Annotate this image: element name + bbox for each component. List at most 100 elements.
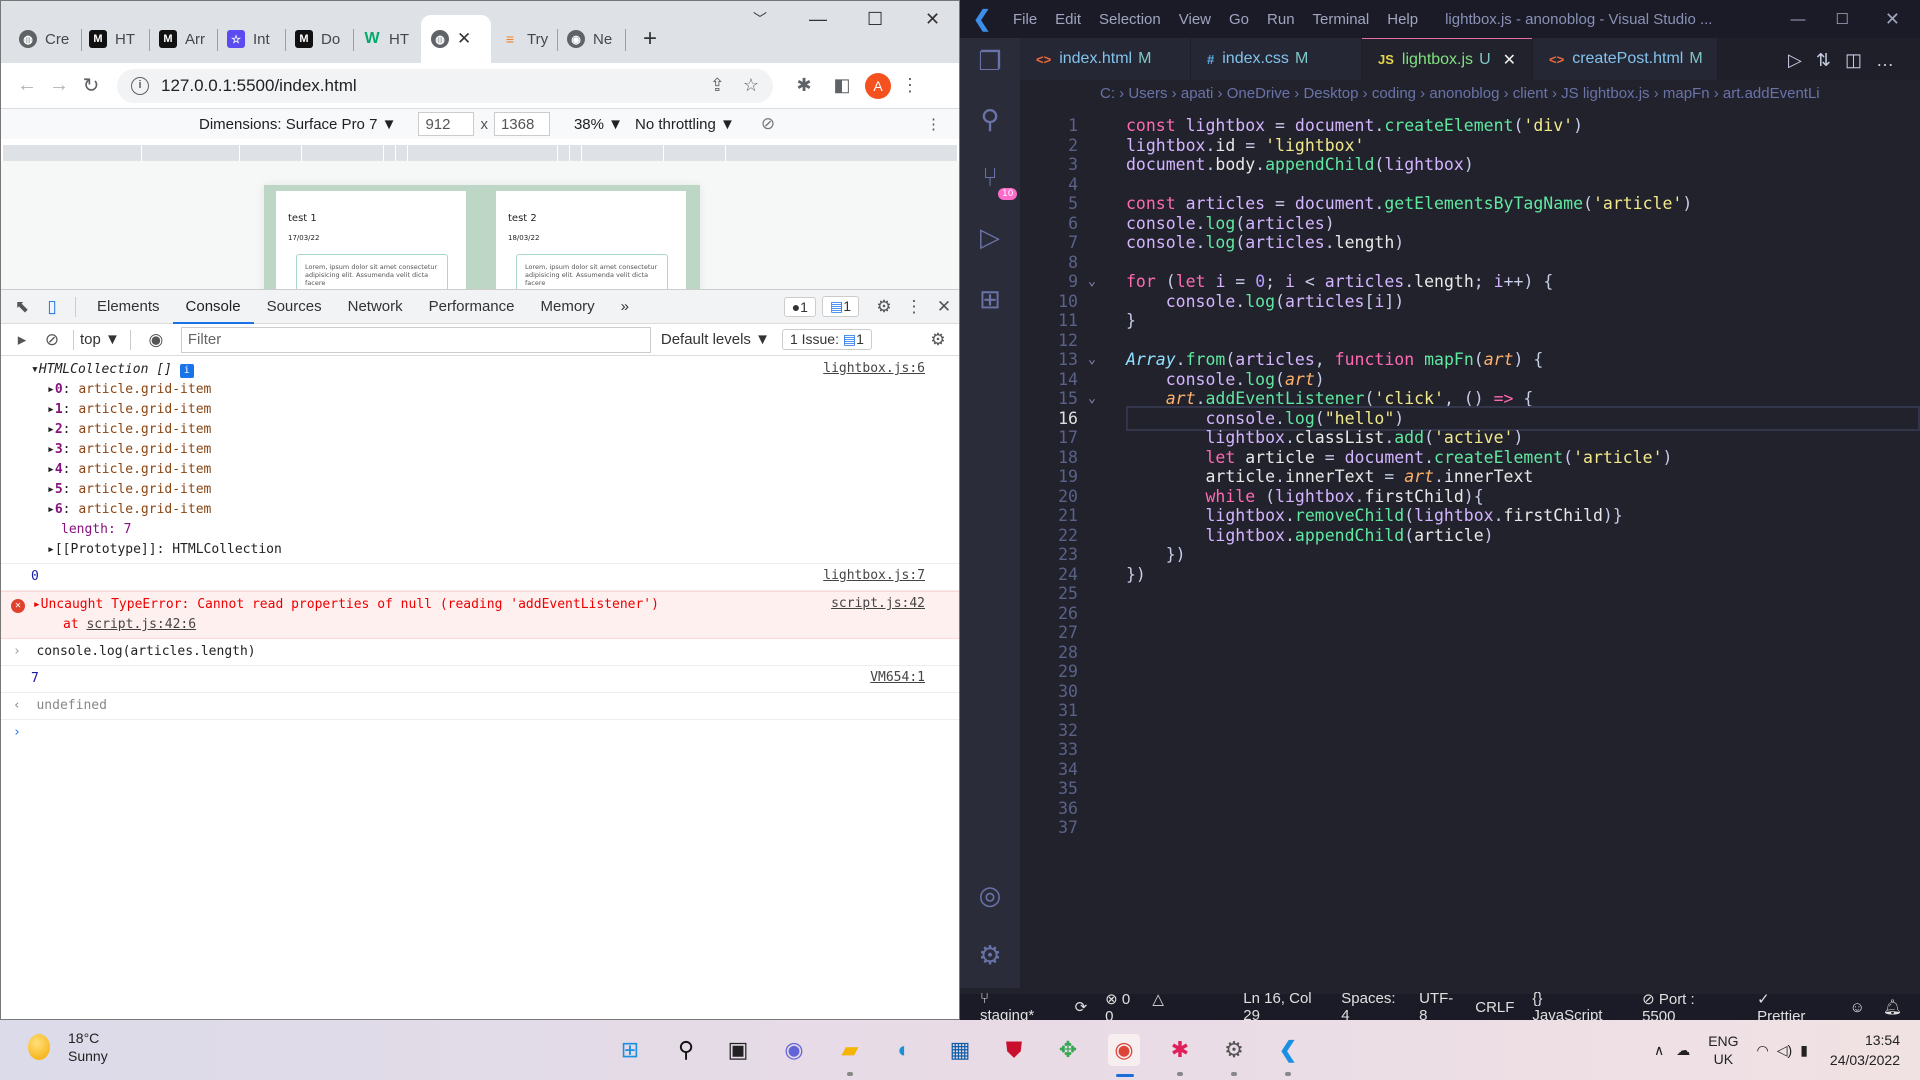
expand-triangle-icon[interactable]: ▸ <box>47 382 55 397</box>
reload-button[interactable]: ↻ <box>75 73 107 98</box>
extensions-icon[interactable]: ⊞ <box>970 284 1010 324</box>
language-mode[interactable]: {} JavaScript <box>1532 990 1624 1024</box>
tab-sources[interactable]: Sources <box>254 289 335 324</box>
expand-triangle-icon[interactable]: ▸ <box>47 462 55 477</box>
tab-console[interactable]: Console <box>172 289 254 324</box>
breadcrumb-item[interactable]: JS lightbox.js <box>1561 85 1649 102</box>
extensions-puzzle-icon[interactable]: ✱ <box>785 75 823 96</box>
expand-triangle-icon[interactable]: ▸ <box>47 422 55 437</box>
browser-tab[interactable]: ◉ Ne <box>567 21 612 57</box>
breadcrumb-item[interactable]: mapFn <box>1663 85 1710 102</box>
device-width-input[interactable]: 912 <box>418 112 475 136</box>
more-actions-icon[interactable]: … <box>1876 50 1908 70</box>
close-window-button[interactable]: ✕ <box>1885 9 1900 30</box>
more-tabs-button[interactable]: » <box>608 289 642 324</box>
breadcrumb-item[interactable]: coding <box>1372 85 1416 102</box>
device-height-input[interactable]: 1368 <box>493 112 550 136</box>
manage-gear-icon[interactable]: ⚙ <box>970 940 1010 980</box>
throttling-select[interactable]: No throttling ▼ <box>635 116 735 133</box>
expand-triangle-icon[interactable]: ▸ <box>47 542 55 557</box>
mcafee-icon[interactable]: ⛊ <box>998 1034 1030 1066</box>
bookmark-star-icon[interactable]: ☆ <box>743 75 759 96</box>
browser-tab[interactable]: M Do <box>295 21 340 57</box>
menu-item[interactable]: Edit <box>1046 11 1090 28</box>
accounts-icon[interactable]: ◎ <box>970 880 1010 920</box>
error-stack-link[interactable]: script.js:42:6 <box>86 617 196 632</box>
browser-tab[interactable]: W HT <box>363 21 409 57</box>
maximize-button[interactable]: ☐ <box>867 9 883 30</box>
expand-triangle-icon[interactable]: ▸ <box>47 402 55 417</box>
new-tab-button[interactable]: + <box>643 21 657 57</box>
breadcrumb-item[interactable]: Desktop <box>1303 85 1358 102</box>
browser-tab[interactable]: M HT <box>89 21 135 57</box>
collection-item[interactable]: ▸0: article.grid-item <box>31 380 959 400</box>
collection-item[interactable]: ▸4: article.grid-item <box>31 460 959 480</box>
wifi-icon[interactable]: ◠ <box>1757 1042 1769 1059</box>
issues-button[interactable]: 1 Issue: ▤1 <box>781 329 872 350</box>
site-info-icon[interactable]: i <box>131 76 149 95</box>
breadcrumb-item[interactable]: OneDrive <box>1227 85 1290 102</box>
collection-item[interactable]: ▸6: article.grid-item <box>31 500 959 520</box>
tab-elements[interactable]: Elements <box>84 289 173 324</box>
editor-tab[interactable]: <> index.html M <box>1020 38 1190 80</box>
feedback-icon[interactable]: ☺ <box>1850 999 1865 1016</box>
menu-item[interactable]: Run <box>1258 11 1304 28</box>
cursor-position[interactable]: Ln 16, Col 29 <box>1243 990 1323 1024</box>
rotate-icon[interactable]: ⊘ <box>761 114 775 134</box>
encoding[interactable]: UTF-8 <box>1419 990 1457 1024</box>
close-tab-icon[interactable]: ✕ <box>1503 50 1516 70</box>
vscode-taskbar-icon[interactable]: ❮ <box>1272 1034 1304 1066</box>
profile-avatar[interactable]: A <box>865 72 891 99</box>
console-prompt[interactable]: › <box>1 720 959 746</box>
close-tab-icon[interactable]: ✕ <box>457 29 471 49</box>
minimize-button[interactable]: — <box>1790 11 1805 28</box>
menu-item[interactable]: View <box>1170 11 1220 28</box>
breadcrumb-item[interactable]: C: <box>1100 85 1115 102</box>
search-icon[interactable]: ⚲ <box>670 1034 702 1066</box>
device-toggle-icon[interactable]: ▯ <box>37 297 67 317</box>
clear-console-icon[interactable]: ⊘ <box>37 330 67 350</box>
menu-item[interactable]: Help <box>1378 11 1427 28</box>
clock[interactable]: 13:54 24/03/2022 <box>1830 1030 1900 1070</box>
branch-indicator[interactable]: ⑂ staging* <box>980 990 1057 1024</box>
task-view-icon[interactable]: ▣ <box>722 1034 754 1066</box>
breadcrumb-item[interactable]: art.addEventLi <box>1723 85 1820 102</box>
expand-triangle-icon[interactable]: ▸ <box>33 597 41 612</box>
tab-performance[interactable]: Performance <box>416 289 528 324</box>
menu-item[interactable]: File <box>1004 11 1046 28</box>
source-link[interactable]: script.js:42 <box>831 596 925 611</box>
collection-item[interactable]: ▸2: article.grid-item <box>31 420 959 440</box>
address-bar[interactable]: i 127.0.0.1:5500/index.html ⇪ ☆ <box>117 68 773 103</box>
forward-button[interactable]: → <box>43 74 75 97</box>
sidebar-toggle-icon[interactable]: ▸ <box>7 330 37 350</box>
breadcrumb-item[interactable]: apati <box>1181 85 1214 102</box>
menu-item[interactable]: Selection <box>1090 11 1170 28</box>
source-link[interactable]: VM654:1 <box>870 670 925 685</box>
device-dimensions-select[interactable]: Dimensions: Surface Pro 7 ▼ <box>199 116 396 133</box>
log-levels-select[interactable]: Default levels ▼ <box>661 331 770 348</box>
devtools-menu-icon[interactable]: ⋮ <box>899 297 929 317</box>
close-window-button[interactable]: ✕ <box>925 9 940 30</box>
messages-counter[interactable]: ▤1 <box>821 296 859 317</box>
maximize-button[interactable]: ☐ <box>1835 10 1848 28</box>
compare-changes-icon[interactable]: ⇅ <box>1816 50 1845 70</box>
search-icon[interactable]: ⚲ <box>970 104 1010 144</box>
menu-item[interactable]: Go <box>1220 11 1258 28</box>
pinwheel-app-icon[interactable]: ✥ <box>1052 1034 1084 1066</box>
source-control-icon[interactable]: ⑂ 10 <box>970 162 1018 202</box>
weather-widget[interactable]: 18°C Sunny <box>28 1030 108 1064</box>
expand-triangle-icon[interactable]: ▸ <box>47 442 55 457</box>
console-filter-input[interactable]: Filter <box>180 326 651 353</box>
console-settings-icon[interactable]: ⚙ <box>923 330 953 350</box>
line-endings[interactable]: CRLF <box>1475 999 1514 1016</box>
breadcrumb-item[interactable]: client <box>1513 85 1548 102</box>
run-icon[interactable]: ▷ <box>1788 50 1816 70</box>
menu-item[interactable]: Terminal <box>1304 11 1379 28</box>
edge-icon[interactable]: ◐ <box>888 1034 920 1066</box>
collection-item[interactable]: ▸3: article.grid-item <box>31 440 959 460</box>
teams-chat-icon[interactable]: ◉ <box>778 1034 810 1066</box>
slack-icon[interactable]: ✱ <box>1164 1034 1196 1066</box>
source-link[interactable]: lightbox.js:7 <box>823 568 925 583</box>
collapse-triangle-icon[interactable]: ▾ <box>31 362 39 377</box>
editor-tab-active[interactable]: JS lightbox.js U ✕ <box>1362 38 1532 80</box>
